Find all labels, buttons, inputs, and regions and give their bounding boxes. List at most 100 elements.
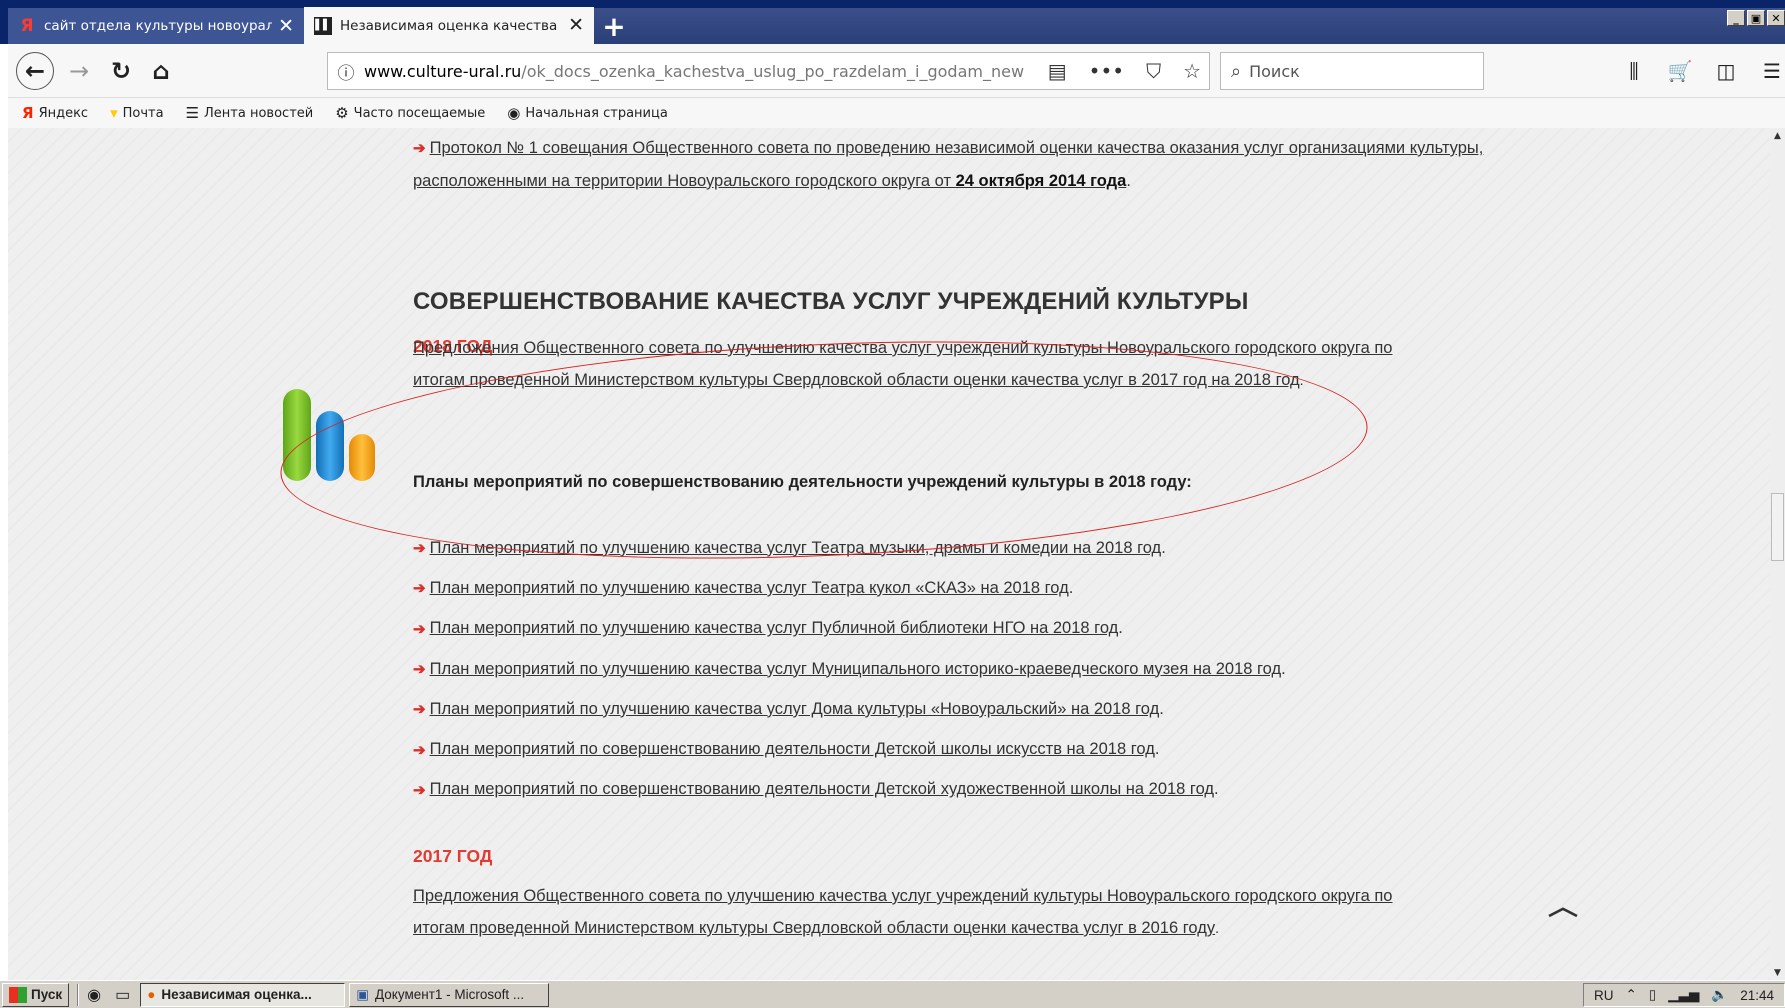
plan-link[interactable]: План мероприятий по улучшению качества у… xyxy=(430,579,1069,598)
system-tray: RU ⌃ ▯ ▁▃▅ 🔈 21:44 xyxy=(1582,983,1785,1007)
bookmark-news-feed[interactable]: ☰ Лента новостей xyxy=(186,104,314,122)
url-domain: www.culture-ural.ru xyxy=(364,61,522,81)
yandex-favicon-icon: Я xyxy=(20,16,34,36)
protocol-link[interactable]: Протокол № 1 совещания Общественного сов… xyxy=(413,139,1483,190)
firefox-icon: ● xyxy=(147,987,156,1002)
address-bar[interactable]: ⓘ www.culture-ural.ru/ok_docs_ozenka_kac… xyxy=(327,52,1210,90)
list-item: ➔ План мероприятий по улучшению качества … xyxy=(413,619,1123,638)
protocol-paragraph: ➔ Протокол № 1 совещания Общественного со… xyxy=(413,132,1533,197)
bookmark-label: Почта xyxy=(122,105,164,121)
arrow-icon: ➔ xyxy=(413,620,426,638)
plan-link[interactable]: План мероприятий по улучшению качества у… xyxy=(430,619,1119,638)
tab-title: сайт отдела культуры новоурал xyxy=(44,18,273,34)
arrow-icon: ➔ xyxy=(413,741,426,759)
minimize-button[interactable]: _ xyxy=(1727,10,1745,26)
site-favicon-icon: ▌▌ xyxy=(314,16,332,35)
windows-taskbar: Пуск ◉ ▭ ● Независимая оценка... ▣ Докум… xyxy=(0,980,1785,1008)
bookmark-yandex[interactable]: Я Яндекс xyxy=(22,104,88,122)
bookmarks-toolbar: Я Яндекс ▾ Почта ☰ Лента новостей ⚙ Част… xyxy=(8,98,1785,128)
bookmark-label: Яндекс xyxy=(38,105,89,121)
forward-button[interactable]: → xyxy=(64,52,94,90)
tab-close-icon[interactable]: ✕ xyxy=(568,16,584,35)
taskbar-separator xyxy=(77,983,80,1006)
plan-link[interactable]: План мероприятий по улучшению качества у… xyxy=(430,539,1162,558)
year-2017-heading: 2017 ГОД xyxy=(413,846,493,866)
tab-bar: Я сайт отдела культуры новоурал ✕ ▌▌ Нез… xyxy=(8,7,1785,44)
vertical-scrollbar[interactable]: ▲ ▼ xyxy=(1770,128,1785,980)
tab-close-icon[interactable]: ✕ xyxy=(278,16,294,36)
tray-expand-icon[interactable]: ⌃ xyxy=(1625,987,1636,1003)
search-icon: ⌕ xyxy=(1231,60,1242,82)
scroll-up-icon[interactable]: ▲ xyxy=(1770,128,1785,143)
proposal-2018-link[interactable]: Предложения Общественного совета по улуч… xyxy=(413,339,1392,389)
signal-icon[interactable]: ▁▃▅ xyxy=(1668,987,1699,1003)
reload-button[interactable]: ↻ xyxy=(106,52,136,90)
list-item: ➔ План мероприятий по совершенствованию д… xyxy=(413,740,1160,759)
taskbar-item-word[interactable]: ▣ Документ1 - Microsoft ... xyxy=(349,982,550,1007)
proposal-2018-paragraph: Предложения Общественного совета по улуч… xyxy=(413,339,1393,389)
scroll-to-top-icon[interactable]: ︿ xyxy=(1548,886,1578,921)
mail-icon: ▾ xyxy=(110,104,118,122)
navigation-toolbar: ← → ↻ ⌂ ⓘ www.culture-ural.ru/ok_docs_oz… xyxy=(8,44,1785,98)
plan-link[interactable]: План мероприятий по совершенствованию де… xyxy=(430,740,1155,759)
arrow-icon: ➔ xyxy=(413,580,426,598)
taskbar-item-firefox[interactable]: ● Независимая оценка... xyxy=(140,982,346,1007)
bookmark-star-icon[interactable]: ☆ xyxy=(1183,59,1201,83)
scroll-down-icon[interactable]: ▼ xyxy=(1770,965,1785,980)
proposal-2017-paragraph: Предложения Общественного совета по улуч… xyxy=(413,887,1393,937)
clock: 21:44 xyxy=(1740,987,1774,1003)
plans-list: ➔ План мероприятий по улучшению качества … xyxy=(413,528,1286,810)
bookmark-label: Начальная страница xyxy=(525,105,668,121)
maximize-button[interactable]: ▣ xyxy=(1747,10,1765,26)
page-actions-icon[interactable]: ••• xyxy=(1089,59,1124,83)
window-controls: _ ▣ ✕ xyxy=(1727,10,1785,26)
search-input[interactable] xyxy=(1249,61,1450,81)
tab-yandex-culture[interactable]: Я сайт отдела культуры новоурал ✕ xyxy=(8,8,304,44)
scrollbar-thumb[interactable] xyxy=(1771,493,1784,561)
site-info-icon[interactable]: ⓘ xyxy=(328,59,364,84)
tab-title: Независимая оценка качества у xyxy=(340,17,563,34)
task-label: Независимая оценка... xyxy=(161,987,312,1002)
explorer-icon[interactable]: ▭ xyxy=(115,985,130,1005)
gear-icon: ⚙ xyxy=(335,104,349,122)
volume-icon[interactable]: 🔈 xyxy=(1711,987,1728,1003)
arrow-icon: ➔ xyxy=(413,701,426,719)
period: . xyxy=(1126,172,1131,190)
arrow-icon: ➔ xyxy=(413,540,426,558)
list-item: ➔ План мероприятий по улучшению качества … xyxy=(413,659,1286,679)
bookmark-start-page[interactable]: ◉ Начальная страница xyxy=(507,104,668,122)
rss-icon: ☰ xyxy=(185,104,200,122)
yandex-icon: Я xyxy=(22,104,34,122)
plan-link[interactable]: План мероприятий по совершенствованию де… xyxy=(430,780,1214,799)
back-button[interactable]: ← xyxy=(16,52,54,90)
plan-link[interactable]: План мероприятий по улучшению качества у… xyxy=(430,660,1282,679)
reader-view-icon[interactable]: ▤ xyxy=(1048,59,1067,83)
section-heading: СОВЕРШЕНСТВОВАНИЕ КАЧЕСТВА УСЛУГ УЧРЕЖДЕ… xyxy=(413,288,1249,315)
url-path: /ok_docs_ozenka_kachestva_uslug_po_razde… xyxy=(521,61,1025,81)
arrow-icon: ➔ xyxy=(413,781,426,799)
plan-link[interactable]: План мероприятий по улучшению качества у… xyxy=(430,700,1160,719)
battery-icon[interactable]: ▯ xyxy=(1649,987,1656,1003)
list-item: ➔ План мероприятий по улучшению качества … xyxy=(413,538,1166,558)
bookmark-most-visited[interactable]: ⚙ Часто посещаемые xyxy=(335,104,485,122)
logo-bar-green xyxy=(283,389,311,481)
logo-bar-orange xyxy=(349,434,375,481)
library-icon[interactable]: ⫼ xyxy=(1621,59,1647,83)
pocket-icon[interactable]: ⛉ xyxy=(1146,59,1161,83)
cart-icon[interactable]: 🛒 xyxy=(1667,59,1693,83)
menu-icon[interactable]: ☰ xyxy=(1759,59,1785,83)
chrome-icon[interactable]: ◉ xyxy=(87,985,101,1005)
sidebar-icon[interactable]: ◫ xyxy=(1713,59,1739,83)
search-box[interactable]: ⌕ xyxy=(1220,52,1484,90)
language-indicator[interactable]: RU xyxy=(1594,988,1614,1003)
tab-independent-assessment[interactable]: ▌▌ Независимая оценка качества у ✕ xyxy=(304,7,594,44)
page-viewport: ➔ Протокол № 1 совещания Общественного со… xyxy=(8,128,1770,980)
plans-heading: Планы мероприятий по совершенствованию д… xyxy=(413,473,1192,491)
bookmark-mail[interactable]: ▾ Почта xyxy=(110,104,163,122)
home-button[interactable]: ⌂ xyxy=(146,52,176,90)
address-bar-actions: ▤ ••• ⛉ ☆ xyxy=(1048,53,1201,89)
new-tab-button[interactable]: + xyxy=(594,8,634,44)
start-button[interactable]: Пуск xyxy=(2,982,70,1007)
window-close-button[interactable]: ✕ xyxy=(1767,10,1785,26)
proposal-2017-link[interactable]: Предложения Общественного совета по улуч… xyxy=(413,887,1392,937)
